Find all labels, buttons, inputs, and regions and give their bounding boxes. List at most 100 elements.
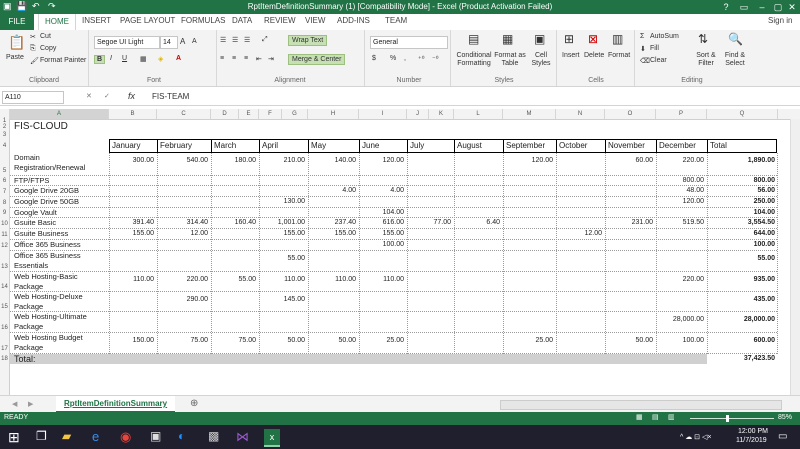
align-bottom-icon[interactable]: ☰ <box>244 36 250 44</box>
windows-start-icon[interactable]: ⊞ <box>8 429 24 445</box>
page-break-view-icon[interactable]: ▥ <box>668 413 675 421</box>
column-header-h[interactable]: H <box>308 109 359 119</box>
cell-styles-icon[interactable]: ▣ <box>534 32 545 46</box>
store-icon[interactable]: ▣ <box>150 429 166 445</box>
column-header-e[interactable]: E <box>239 109 259 119</box>
copy-button[interactable]: Copy <box>40 45 56 52</box>
align-left-icon[interactable]: ≡ <box>220 55 224 62</box>
format-cells-button[interactable]: Format <box>608 52 630 59</box>
insert-cells-button[interactable]: Insert <box>562 52 580 59</box>
borders-icon[interactable]: ▦ <box>140 55 147 63</box>
column-header-j[interactable]: J <box>407 109 429 119</box>
shrink-font-button[interactable]: A <box>192 38 197 45</box>
sign-in-link[interactable]: Sign in <box>768 16 792 25</box>
horizontal-scrollbar[interactable] <box>500 400 782 410</box>
close-button[interactable]: ✕ <box>782 0 800 14</box>
tab-formulas[interactable]: FORMULAS <box>181 16 225 25</box>
paste-icon[interactable]: 📋 <box>8 34 25 51</box>
currency-button[interactable]: $ <box>372 55 376 62</box>
column-header-n[interactable]: N <box>556 109 605 119</box>
increase-indent-icon[interactable]: ⇥ <box>268 55 274 63</box>
sort-filter-icon[interactable]: ⇅ <box>698 32 708 46</box>
column-header-p[interactable]: P <box>656 109 707 119</box>
sort-filter-button[interactable]: Sort & Filter <box>692 52 720 68</box>
row-header[interactable]: 12 <box>0 240 10 251</box>
autosum-button[interactable]: AutoSum <box>650 33 679 40</box>
notifications-icon[interactable]: ▭ <box>778 431 787 442</box>
row-header[interactable] <box>0 364 10 374</box>
row-header[interactable]: 9 <box>0 208 10 218</box>
font-color-icon[interactable]: A <box>176 55 181 62</box>
row-header[interactable]: 14 <box>0 272 10 292</box>
grow-font-button[interactable]: A <box>180 37 185 46</box>
fill-color-icon[interactable]: ◈ <box>158 55 163 63</box>
cancel-formula-icon[interactable]: ✕ <box>86 92 92 100</box>
page-layout-view-icon[interactable]: ▤ <box>652 413 659 421</box>
row-header[interactable]: 8 <box>0 197 10 208</box>
decrease-decimal-icon[interactable]: ⁻⁰ <box>432 55 439 63</box>
align-middle-icon[interactable]: ☰ <box>232 36 238 44</box>
zoom-slider[interactable] <box>690 418 774 419</box>
column-header-l[interactable]: L <box>454 109 503 119</box>
column-header-m[interactable]: M <box>503 109 556 119</box>
wrap-text-button[interactable]: Wrap Text <box>288 35 328 46</box>
zoom-level[interactable]: 85% <box>778 414 792 421</box>
tab-page-layout[interactable]: PAGE LAYOUT <box>120 16 175 25</box>
scroll-sheets-left-icon[interactable]: ◀ <box>12 400 17 408</box>
orientation-icon[interactable]: ⤢ <box>262 36 268 44</box>
format-painter-icon[interactable]: 🖌 <box>30 57 39 65</box>
tab-view[interactable]: VIEW <box>305 16 325 25</box>
clear-button[interactable]: Clear <box>650 57 667 64</box>
row-header[interactable]: 17 <box>0 333 10 354</box>
tab-home[interactable]: HOME <box>38 14 76 30</box>
bold-button[interactable]: B <box>94 55 105 64</box>
find-select-button[interactable]: Find & Select <box>722 52 748 68</box>
clear-icon[interactable]: ⌫ <box>640 57 650 65</box>
format-table-icon[interactable]: ▦ <box>502 32 513 46</box>
column-header-o[interactable]: O <box>605 109 656 119</box>
comma-button[interactable]: , <box>404 55 406 62</box>
system-tray-icons[interactable]: ^ ☁ ⊡ ◁× <box>680 433 711 441</box>
insert-cells-icon[interactable]: ⊞ <box>564 32 574 46</box>
chrome-icon[interactable]: ◉ <box>120 429 136 445</box>
file-explorer-icon[interactable]: ▰ <box>62 429 78 445</box>
decrease-indent-icon[interactable]: ⇤ <box>256 55 262 63</box>
row-header[interactable]: 7 <box>0 186 10 197</box>
row-header[interactable]: 5 <box>0 153 10 176</box>
fill-icon[interactable]: ⬇ <box>640 45 646 53</box>
insert-function-icon[interactable]: fx <box>128 91 135 101</box>
sheet-tab-rptitemdefinitionsummary[interactable]: RptItemDefinitionSummary <box>56 396 176 413</box>
delete-cells-button[interactable]: Delete <box>584 52 604 59</box>
percent-button[interactable]: % <box>390 55 396 62</box>
underline-button[interactable]: U <box>122 55 127 62</box>
row-header[interactable]: 4 <box>0 139 10 153</box>
visual-studio-icon[interactable]: ⋈ <box>236 429 252 445</box>
row-header[interactable]: 13 <box>0 251 10 272</box>
enter-formula-icon[interactable]: ✓ <box>104 92 110 100</box>
format-painter-button[interactable]: Format Painter <box>40 57 86 64</box>
row-header[interactable]: 2 <box>0 123 10 132</box>
fill-button[interactable]: Fill <box>650 45 659 52</box>
copy-icon[interactable]: ⎘ <box>30 45 36 53</box>
number-format-select[interactable]: General <box>370 36 448 49</box>
tab-data[interactable]: DATA <box>232 16 252 25</box>
paste-button[interactable]: Paste <box>6 54 24 61</box>
clock-time[interactable]: 12:00 PM <box>738 428 768 435</box>
zoom-slider-thumb[interactable] <box>726 415 729 422</box>
ribbon-display-icon[interactable]: ▭ <box>734 0 754 14</box>
clock-date[interactable]: 11/7/2019 <box>736 437 767 444</box>
row-header[interactable]: 3 <box>0 132 10 139</box>
row-header[interactable] <box>0 394 10 395</box>
align-center-icon[interactable]: ≡ <box>232 55 236 62</box>
column-header-i[interactable]: I <box>359 109 407 119</box>
name-box[interactable]: A110 <box>2 91 64 104</box>
row-header[interactable]: 11 <box>0 229 10 240</box>
italic-button[interactable]: I <box>110 55 112 62</box>
excel-taskbar-icon[interactable]: x <box>264 429 280 447</box>
row-header[interactable]: 16 <box>0 312 10 333</box>
row-header[interactable]: 15 <box>0 292 10 312</box>
scroll-sheets-right-icon[interactable]: ▶ <box>28 400 33 408</box>
row-header[interactable] <box>0 384 10 394</box>
delete-cells-icon[interactable]: ⊠ <box>588 32 598 46</box>
vertical-scrollbar[interactable] <box>790 119 800 395</box>
